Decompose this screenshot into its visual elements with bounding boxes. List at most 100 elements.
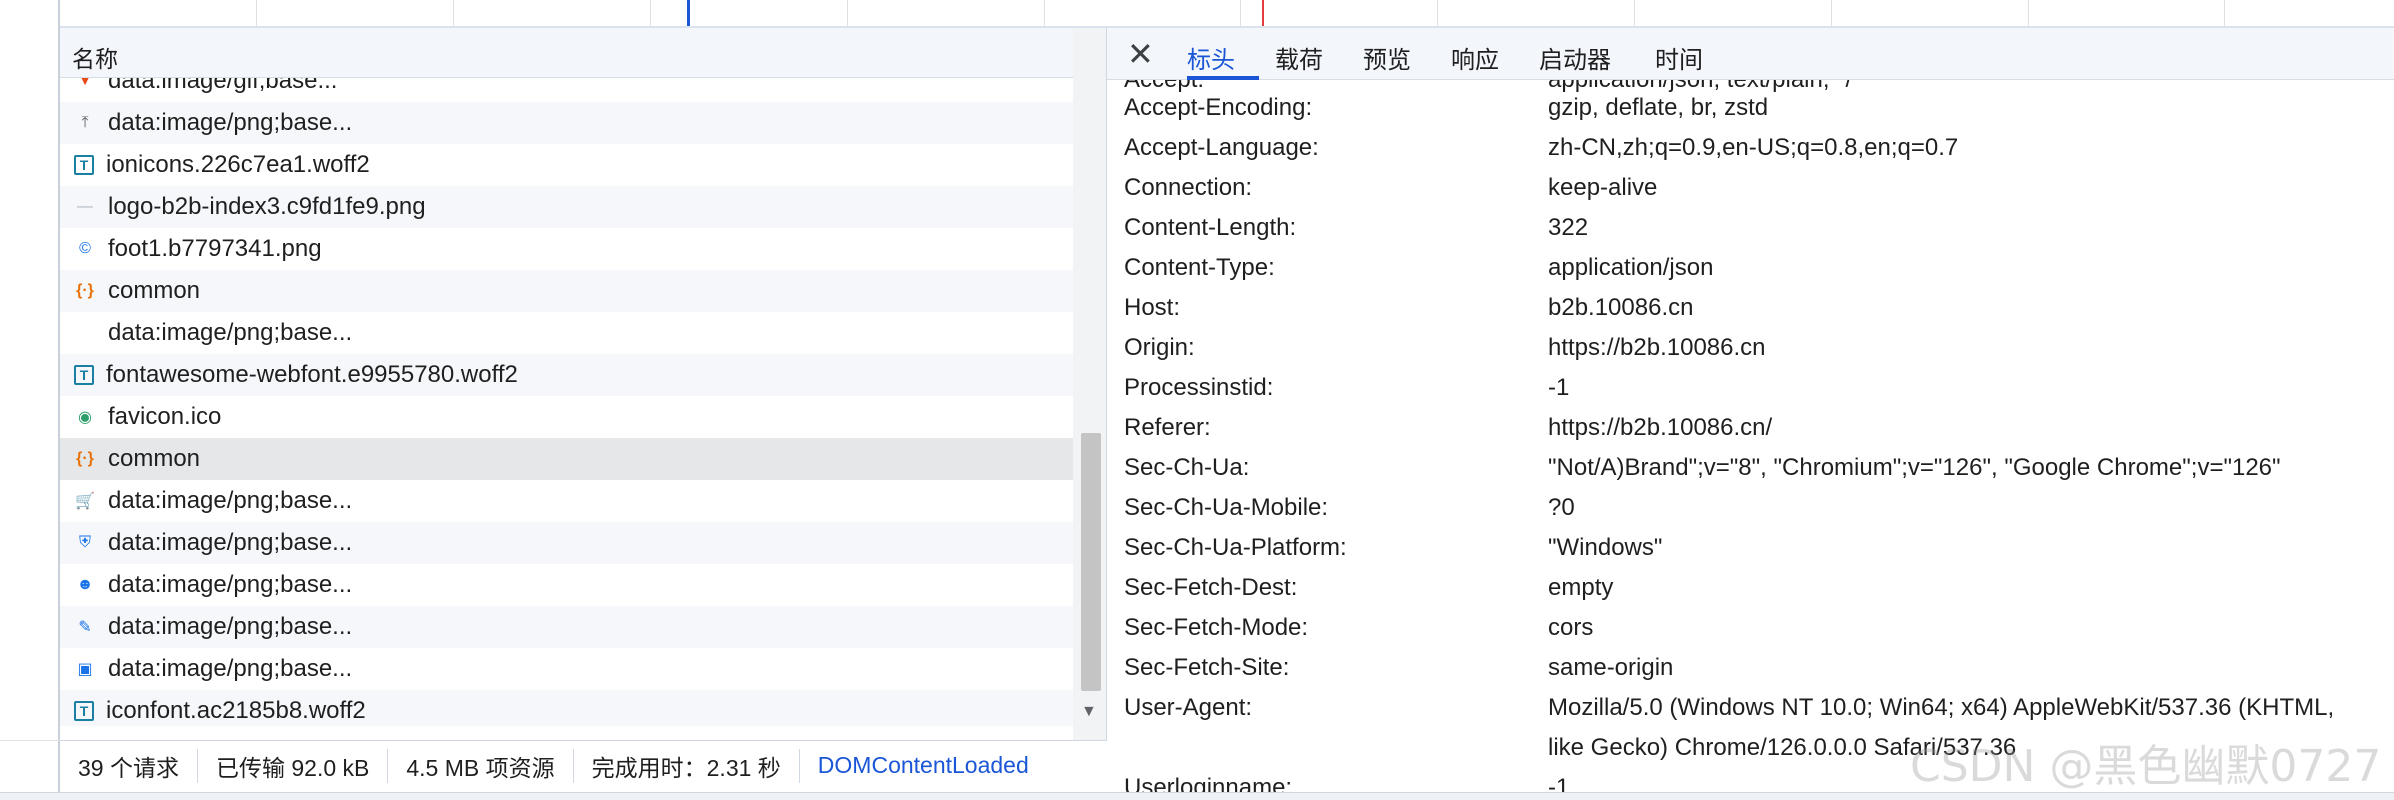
tab-headers[interactable]: 标头 — [1187, 40, 1235, 75]
header-key: Referer: — [1124, 414, 1211, 441]
header-key: Processinstid: — [1124, 374, 1274, 401]
request-name: logo-b2b-index3.c9fd1fe9.png — [108, 193, 426, 220]
network-summary-bar: 39 个请求 已传输 92.0 kB 4.5 MB 项资源 完成用时：2.31 … — [60, 740, 1107, 790]
resource-size: 4.5 MB 项资源 — [388, 748, 574, 783]
copyright-icon: © — [79, 240, 91, 257]
request-row[interactable]: {·} common — [60, 270, 1073, 312]
pin-icon: ⤒ — [81, 114, 89, 131]
request-name: fontawesome-webfont.e9955780.woff2 — [106, 361, 518, 388]
left-gutter — [0, 0, 60, 800]
image-file-icon: — — [77, 198, 93, 215]
request-row[interactable]: T iconfont.ac2185b8.woff2 — [60, 690, 1073, 726]
timeline-gridline — [453, 0, 454, 26]
timeline-gridline — [2224, 0, 2225, 26]
header-key: Origin: — [1124, 334, 1195, 361]
header-key: Accept-Encoding: — [1124, 94, 1313, 121]
request-name: data:image/png;base... — [108, 487, 353, 514]
request-name: data:image/png;base... — [108, 529, 353, 556]
timeline-gridline — [1044, 0, 1045, 26]
header-value: gzip, deflate, br, zstd — [1548, 94, 1769, 121]
request-row[interactable]: T ionicons.226c7ea1.woff2 — [60, 144, 1073, 186]
header-value: b2b.10086.cn — [1548, 294, 1694, 321]
header-value: https://b2b.10086.cn/ — [1548, 414, 1773, 441]
header-key: Host: — [1124, 294, 1181, 321]
header-value: same-origin — [1548, 654, 1674, 681]
header-key: Sec-Ch-Ua: — [1124, 454, 1250, 481]
request-name: data:image/png;base... — [108, 571, 353, 598]
request-row[interactable]: T fontawesome-webfont.e9955780.woff2 — [60, 354, 1073, 396]
request-rows: ▼ data:image/gif;base... ⤒ data:image/pn… — [60, 78, 1073, 726]
request-row[interactable]: — logo-b2b-index3.c9fd1fe9.png — [60, 186, 1073, 228]
timeline-gridline — [256, 0, 257, 26]
scrollbar-thumb[interactable] — [1081, 433, 1101, 691]
timeline-gridline — [1240, 0, 1241, 26]
name-column-label: 名称 — [72, 46, 118, 72]
request-name: favicon.ico — [108, 403, 222, 430]
tab-payload[interactable]: 载荷 — [1275, 40, 1323, 75]
cart-icon: 🛒 — [75, 493, 95, 510]
request-name: iconfont.ac2185b8.woff2 — [106, 697, 366, 724]
detail-tabs-bar: ✕ 标头 载荷 预览 响应 启动器 时间 — [1107, 28, 2394, 80]
header-value: application/json — [1548, 254, 1714, 281]
font-file-icon: T — [74, 365, 94, 385]
request-name: common — [108, 445, 201, 472]
request-row[interactable]: 🛒 data:image/png;base... — [60, 480, 1073, 522]
name-column-header[interactable]: 名称 — [60, 28, 1073, 78]
request-row[interactable]: ◉ favicon.ico — [60, 396, 1073, 438]
briefcase-icon: ▣ — [77, 661, 93, 678]
header-value: Mozilla/5.0 (Windows NT 10.0; Win64; x64… — [1548, 694, 2335, 721]
user-icon: ☻ — [76, 576, 94, 593]
request-name: data:image/png;base... — [108, 109, 353, 136]
request-row[interactable]: data:image/png;base... — [60, 312, 1073, 354]
request-name: common — [108, 277, 201, 304]
window-bottom-edge — [0, 792, 2394, 800]
request-row[interactable]: ⛨ data:image/png;base... — [60, 522, 1073, 564]
header-value: 322 — [1548, 214, 1589, 241]
load-event-marker — [1262, 0, 1264, 26]
request-row-selected[interactable]: {·} common — [60, 438, 1073, 480]
edit-icon: ✎ — [78, 619, 92, 636]
timeline-gridline — [2028, 0, 2029, 26]
header-value: -1 — [1548, 374, 1570, 401]
gutter-footer — [0, 740, 60, 791]
transferred-size: 已传输 92.0 kB — [198, 748, 389, 783]
header-key: Sec-Ch-Ua-Platform: — [1124, 534, 1347, 561]
request-headers-list: Accept: application/json, text/plain, */… — [1107, 80, 2394, 800]
tab-preview[interactable]: 预览 — [1363, 40, 1411, 75]
font-file-icon: T — [74, 701, 94, 721]
request-detail-panel: ✕ 标头 载荷 预览 响应 启动器 时间 Accept: application… — [1107, 28, 2394, 800]
dom-content-loaded-link[interactable]: DOMContentLoaded — [800, 752, 1047, 779]
network-timeline-overview[interactable] — [60, 0, 2394, 28]
favicon-icon: ◉ — [78, 409, 92, 426]
header-key: Connection: — [1124, 174, 1253, 201]
request-row[interactable]: ▣ data:image/png;base... — [60, 648, 1073, 690]
scroll-down-arrow-icon[interactable]: ▼ — [1081, 703, 1097, 721]
request-row[interactable]: ▼ data:image/gif;base... — [60, 78, 1073, 102]
dom-content-loaded-marker — [687, 0, 690, 26]
watermark: CSDN @黑色幽默0727 — [1910, 741, 2382, 792]
blank-image-icon — [74, 322, 96, 344]
header-value: keep-alive — [1548, 174, 1658, 201]
header-key: Accept: — [1124, 80, 1204, 94]
request-row[interactable]: © foot1.b7797341.png — [60, 228, 1073, 270]
header-key: User-Agent: — [1124, 694, 1253, 721]
header-key: Sec-Fetch-Site: — [1124, 654, 1290, 681]
request-list-panel: 名称 ▼ data:image/gif;base... ⤒ data:image… — [60, 28, 1107, 740]
request-row[interactable]: ☻ data:image/png;base... — [60, 564, 1073, 606]
tab-initiator[interactable]: 启动器 — [1539, 40, 1611, 75]
tab-timing[interactable]: 时间 — [1655, 40, 1703, 75]
header-value: application/json, text/plain, */* — [1548, 80, 1862, 94]
header-key: Content-Length: — [1124, 214, 1297, 241]
timeline-gridline — [650, 0, 651, 26]
close-icon[interactable]: ✕ — [1127, 34, 1154, 74]
header-key: Content-Type: — [1124, 254, 1275, 281]
header-key: Sec-Ch-Ua-Mobile: — [1124, 494, 1329, 521]
request-count: 39 个请求 — [60, 748, 198, 783]
request-row[interactable]: ✎ data:image/png;base... — [60, 606, 1073, 648]
tab-response[interactable]: 响应 — [1451, 40, 1499, 75]
request-list-scrollbar[interactable]: ▼ — [1073, 28, 1106, 740]
header-value: zh-CN,zh;q=0.9,en-US;q=0.8,en;q=0.7 — [1548, 134, 1959, 161]
timeline-gridline — [1634, 0, 1635, 26]
shield-icon: ⛨ — [78, 534, 91, 551]
request-row[interactable]: ⤒ data:image/png;base... — [60, 102, 1073, 144]
